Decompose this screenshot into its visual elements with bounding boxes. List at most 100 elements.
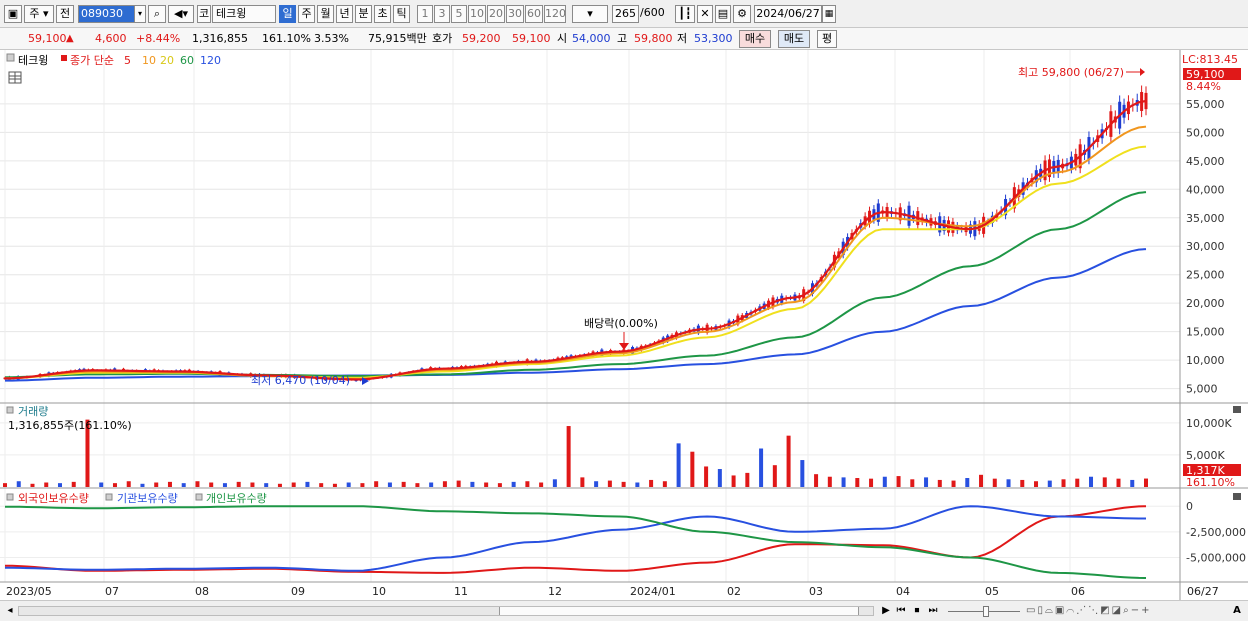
holding-indiv-label: 개인보유수량 [206, 492, 267, 505]
font-size-icon[interactable]: A [1230, 604, 1244, 618]
market-select[interactable]: 주 ▾ [24, 5, 54, 23]
interval-tab-1[interactable]: 3 [434, 5, 450, 23]
period-tab-5[interactable]: 초 [374, 5, 391, 23]
low-annotation: 최저 6,470 (10/04) [251, 374, 350, 387]
volume-bar [1116, 478, 1121, 487]
volume-bar [951, 480, 956, 487]
count-input[interactable]: 265 [612, 5, 639, 23]
price-tick-label: 55,000 [1186, 98, 1225, 111]
interval-tab-4[interactable]: 20 [487, 5, 505, 23]
price-tick-label: 50,000 [1186, 126, 1225, 139]
volume-bar [346, 482, 351, 487]
scroll-left-icon[interactable]: ◂ [4, 604, 16, 618]
volume-bar [800, 460, 805, 487]
stock-chart-svg[interactable]: 5,000 10,000 15,000 20,000 25,000 30,000 35,00… [0, 50, 1248, 600]
draw-tool-icon[interactable]: ✕ [697, 5, 713, 23]
volume-bar [827, 476, 832, 487]
lc-label: LC:813.45 [1182, 53, 1238, 66]
volume-bar [704, 466, 709, 487]
first-icon[interactable]: ⏮ [894, 604, 908, 618]
interval-tab-3[interactable]: 10 [468, 5, 486, 23]
interval-tab-7[interactable]: 120 [544, 5, 566, 23]
avg-button[interactable]: 평 [817, 30, 837, 48]
price-info-bar: 59,100 ▲ 4,600 +8.44% 1,316,855 161.10% … [0, 28, 1248, 50]
low-label: 저 [677, 32, 688, 45]
interval-tab-6[interactable]: 60 [525, 5, 543, 23]
volume-bar [1130, 479, 1135, 487]
interval-tab-5[interactable]: 30 [506, 5, 524, 23]
price-tick-label: 30,000 [1186, 240, 1225, 253]
volume-bar [841, 477, 846, 487]
volume-bar [635, 482, 640, 487]
period-tab-2[interactable]: 월 [317, 5, 334, 23]
x-tick-label: 10 [372, 585, 386, 598]
ma-label-20: 20 [160, 54, 174, 67]
volume-bar [3, 483, 7, 487]
scroll-track[interactable] [18, 606, 874, 616]
scroll-thumb[interactable] [499, 607, 859, 615]
x-tick-label: 12 [548, 585, 562, 598]
period-tab-6[interactable]: 틱 [393, 5, 410, 23]
layout-icon[interactable]: ▣ [4, 5, 22, 23]
stock-code-input[interactable]: 089030 [78, 5, 136, 23]
x-tick-label: 2023/05 [6, 585, 52, 598]
bid-price: 59,100 [512, 32, 551, 45]
volume-bar [869, 478, 874, 487]
zoom-slider-thumb[interactable] [983, 606, 989, 617]
volume-bar [1061, 479, 1066, 487]
interval-tab-2[interactable]: 5 [451, 5, 467, 23]
candle-icon[interactable]: ┃┇ [675, 5, 695, 23]
speaker-icon[interactable]: ◀▾ [168, 5, 194, 23]
volume-bar [497, 483, 502, 487]
volume-bar [1034, 481, 1039, 487]
hold-tick-label: -5,000,000 [1186, 551, 1246, 564]
holding-close-icon[interactable] [1233, 493, 1241, 500]
volume-bar [484, 482, 489, 487]
volume-bar [731, 475, 736, 487]
price-tick-label: 15,000 [1186, 326, 1225, 339]
period-tab-1[interactable]: 주 [298, 5, 315, 23]
prev-button[interactable]: 전 [56, 5, 74, 23]
volume-bar [580, 477, 585, 487]
gear-icon[interactable]: ⚙ [733, 5, 751, 23]
volume-bar [1006, 479, 1011, 487]
stop-icon[interactable]: ⏹ [910, 604, 924, 618]
volume-current: 1,316,855주(161.10%) [8, 419, 132, 432]
volume-bar [759, 448, 764, 487]
period-tab-3[interactable]: 년 [336, 5, 353, 23]
sell-button[interactable]: 매도 [778, 30, 810, 48]
interval-dropdown[interactable]: ▾ [572, 5, 608, 23]
period-tab-4[interactable]: 분 [355, 5, 372, 23]
volume-bar [896, 476, 901, 487]
calendar-icon[interactable]: ▦ [822, 5, 836, 23]
price-tick-label: 40,000 [1186, 183, 1225, 196]
volume-bar [154, 482, 159, 487]
volume-bar [745, 472, 750, 487]
volume-bar [1144, 478, 1148, 487]
price-tick-label: 5,000 [1186, 383, 1218, 396]
price-tick-label: 45,000 [1186, 155, 1225, 168]
volume-close-icon[interactable] [1233, 406, 1241, 413]
stock-name-field[interactable]: 테크윙 [212, 5, 276, 23]
chart-area[interactable]: 5,000 10,000 15,000 20,000 25,000 30,000 35,00… [0, 50, 1248, 621]
volume-bar [772, 465, 777, 487]
x-tick-label: 03 [809, 585, 823, 598]
search-icon[interactable]: ⌕ [148, 5, 166, 23]
x-tick-label: 04 [896, 585, 910, 598]
scroll-right-icon[interactable]: ▶ [880, 604, 892, 618]
x-tick-label: 2024/01 [630, 585, 676, 598]
date-input[interactable]: 2024/06/27 [754, 5, 822, 23]
volume-bar [965, 478, 970, 487]
volume-bar [44, 482, 49, 487]
period-tab-0[interactable]: 일 [279, 5, 296, 23]
last-icon[interactable]: ⏭ [926, 604, 940, 618]
chevron-down-icon[interactable]: ▾ [134, 5, 146, 23]
volume-bar [71, 481, 76, 487]
interval-tab-0[interactable]: 1 [417, 5, 433, 23]
save-icon[interactable]: ▤ [715, 5, 731, 23]
volume-bar [456, 480, 461, 487]
buy-button[interactable]: 매수 [739, 30, 771, 48]
x-tick-label: 07 [105, 585, 119, 598]
x-tick-label: 02 [727, 585, 741, 598]
drawing-tools-icons[interactable]: ▭▯⌓▣⌒⋰⋱◩◪⌕−+ [1026, 604, 1222, 618]
